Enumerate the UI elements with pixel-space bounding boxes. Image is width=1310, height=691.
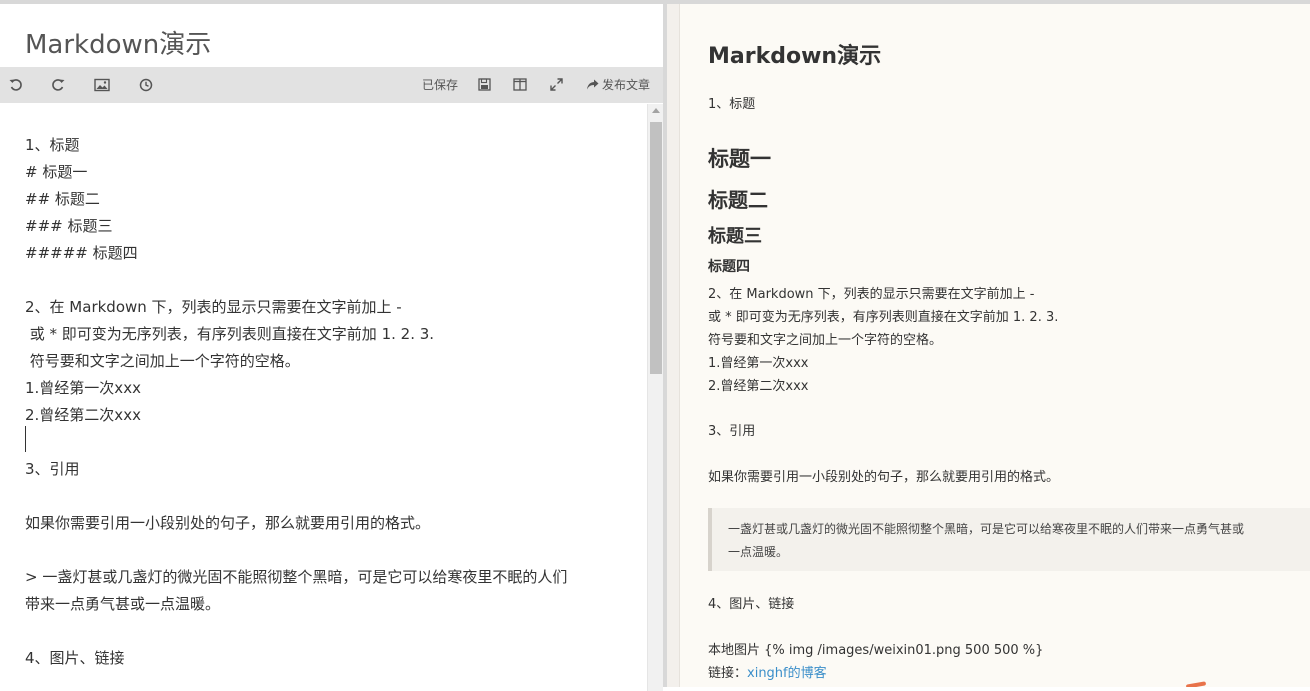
decorative-mark [1185,681,1207,687]
editor-line: 或 * 即可变为无序列表，有序列表则直接在文字前加 1. 2. 3. [25,325,435,343]
editor-pane: Markdown演示 已保存 发布文章 1、标题 # 标题一 ## 标题二 ##… [0,4,663,691]
preview-heading-3: 标题三 [708,226,762,247]
text-cursor [25,426,26,452]
split-view-icon[interactable] [513,78,527,91]
editor-line: 4、图片、链接 [25,649,125,667]
preview-blockquote: 一盏灯甚或几盏灯的微光固不能照彻整个黑暗，可是它可以给寒夜里不眠的人们带来一点勇… [708,508,1310,571]
blockquote-line: 一点温暖。 [728,545,789,559]
preview-paragraph: 符号要和文字之间加上一个字符的空格。 [708,333,943,348]
preview-list-item: 1.曾经第一次xxx [708,356,809,371]
preview-gutter [667,4,680,687]
fullscreen-icon[interactable] [550,78,563,91]
preview-paragraph: 本地图片 {% img /images/weixin01.png 500 500… [708,643,1044,658]
editor-line: 2、在 Markdown 下，列表的显示只需要在文字前加上 - [25,298,402,316]
markdown-editor[interactable]: 1、标题 # 标题一 ## 标题二 ### 标题三 ##### 标题四 2、在 … [0,104,647,687]
blockquote-line: 一盏灯甚或几盏灯的微光固不能照彻整个黑暗，可是它可以给寒夜里不眠的人们带来一点勇… [728,522,1245,536]
save-icon[interactable] [478,78,491,91]
image-icon[interactable] [94,78,110,92]
preview-paragraph: 2、在 Markdown 下，列表的显示只需要在文字前加上 - [708,287,1035,302]
editor-line: 1、标题 [25,136,80,154]
preview-section-3: 3、引用 [708,424,756,439]
link-prefix: 链接： [708,666,748,681]
preview-pane: Markdown演示 1、标题 标题一 标题二 标题三 标题四 2、在 Mark… [680,4,1310,687]
preview-section-1: 1、标题 [708,97,756,112]
publish-label: 发布文章 [602,78,651,92]
document-title[interactable]: Markdown演示 [25,24,211,61]
editor-scrollbar[interactable] [647,104,663,691]
preview-title: Markdown演示 [708,44,882,69]
editor-line: 带来一点勇气甚或一点温暖。 [25,595,221,613]
preview-section-4: 4、图片、链接 [708,597,795,612]
editor-line: 2.曾经第二次xxx [25,406,141,424]
blog-link[interactable]: xinghf的博客 [747,666,827,681]
history-icon[interactable] [139,78,153,92]
publish-button[interactable]: 发布文章 [586,67,656,103]
editor-line: ### 标题三 [25,217,113,235]
editor-line: # 标题一 [25,163,88,181]
redo-icon[interactable] [51,78,65,92]
editor-line: ##### 标题四 [25,244,138,262]
editor-line: 3、引用 [25,460,80,478]
scroll-thumb[interactable] [650,122,662,374]
preview-heading-1: 标题一 [708,147,771,171]
editor-line: ## 标题二 [25,190,100,208]
editor-line: 符号要和文字之间加上一个字符的空格。 [25,352,300,370]
preview-link-line: 链接：xinghf的博客 [708,662,827,681]
preview-paragraph: 或 * 即可变为无序列表，有序列表则直接在文字前加 1. 2. 3. [708,310,1059,325]
scroll-up-arrow-icon[interactable] [652,108,660,113]
editor-line: 如果你需要引用一小段别处的句子，那么就要用引用的格式。 [25,514,431,532]
editor-line: 1.曾经第一次xxx [25,379,141,397]
share-icon [587,79,599,90]
editor-toolbar: 已保存 发布文章 [0,67,663,103]
preview-list-item: 2.曾经第二次xxx [708,379,809,394]
preview-heading-2: 标题二 [708,188,768,212]
editor-line: > 一盏灯甚或几盏灯的微光固不能照彻整个黑暗，可是它可以给寒夜里不眠的人们 [25,568,568,586]
preview-paragraph: 如果你需要引用一小段别处的句子，那么就要用引用的格式。 [708,470,1060,485]
saved-status: 已保存 [422,78,459,92]
undo-icon[interactable] [9,78,23,92]
preview-heading-4: 标题四 [708,259,750,275]
